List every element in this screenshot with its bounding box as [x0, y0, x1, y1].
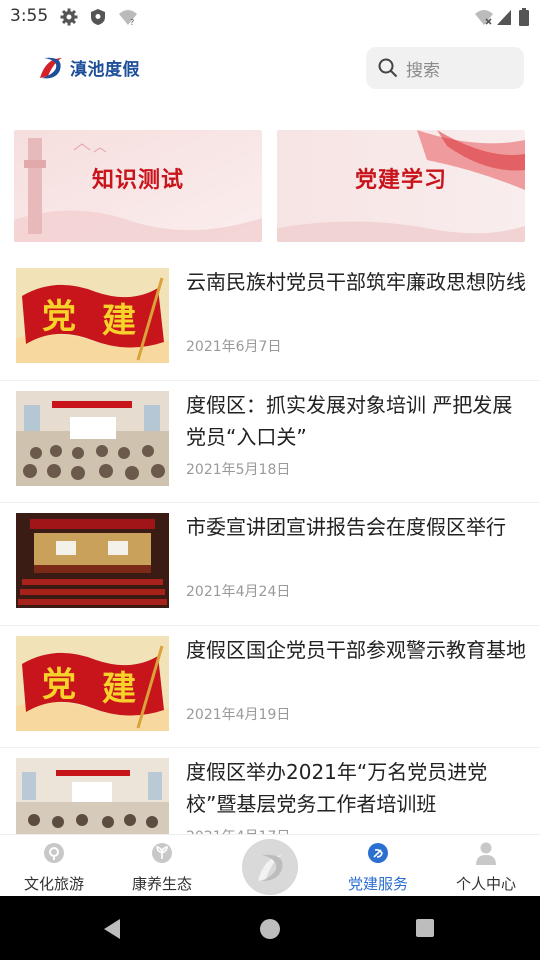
nav-label: 个人中心	[455, 875, 516, 893]
banner-label: 党建学习	[354, 167, 447, 193]
nav-item-health-ecology[interactable]: 康养生态	[108, 835, 216, 897]
banner-label: 知识测试	[91, 167, 184, 193]
news-thumbnail: 党 建	[16, 268, 169, 363]
nav-item-personal-center[interactable]: 个人中心	[432, 835, 540, 897]
user-icon	[476, 842, 496, 865]
search-icon	[378, 58, 398, 78]
nav-label: 文化旅游	[23, 875, 84, 893]
news-item[interactable]: 党 建 云南民族村党员干部筑牢廉政思想防线 2021年6月7日	[0, 258, 540, 381]
news-title: 度假区举办2021年“万名党员进党校”暨基层党务工作者培训班	[186, 760, 488, 816]
news-list: 党 建 云南民族村党员干部筑牢廉政思想防线 2021年6月7日 度假区：抓实发展…	[0, 258, 540, 871]
banner-knowledge-test[interactable]: 知识测试	[14, 130, 262, 242]
signal-icon	[497, 10, 511, 25]
news-item[interactable]: 党 建 度假区国企党员干部参观警示教育基地 2021年4月19日	[0, 626, 540, 748]
thumb-text-party: 党	[42, 297, 76, 337]
svg-text:?: ?	[130, 18, 134, 26]
status-time: 3:55	[10, 6, 49, 26]
nav-label: 党建服务	[347, 875, 408, 893]
party-flag-image: 党 建	[16, 268, 169, 363]
brand-logo-icon	[40, 57, 62, 79]
news-date: 2021年5月18日	[186, 461, 291, 478]
nav-center-home-button[interactable]	[242, 839, 298, 895]
thumb-text-build: 建	[102, 669, 136, 709]
stage-hall-image	[16, 513, 169, 608]
news-thumbnail: 党 建	[16, 635, 169, 731]
app-logo: 滇池度假	[36, 52, 140, 82]
nav-label: 康养生态	[131, 875, 192, 893]
app-header: 滇池度假 搜索	[0, 34, 540, 112]
thumb-text-party: 党	[42, 665, 76, 705]
news-thumbnail	[16, 390, 169, 486]
party-flag-image: 党 建	[16, 635, 169, 731]
gear-icon	[60, 8, 78, 26]
news-item[interactable]: 度假区：抓实发展对象培训 严把发展党员“入口关” 2021年5月18日	[0, 381, 540, 503]
home-icon[interactable]	[259, 918, 281, 940]
news-thumbnail	[16, 513, 169, 608]
news-date: 2021年6月7日	[186, 339, 282, 355]
app-name: 滇池度假	[70, 59, 140, 80]
meeting-hall-image	[16, 390, 169, 486]
news-date: 2021年4月19日	[186, 706, 291, 723]
nav-item-party-service[interactable]: 党建服务	[324, 835, 432, 897]
bottom-nav: 文化旅游 康养生态 党建服务 个人中心	[0, 834, 540, 896]
thumb-text-build: 建	[102, 301, 136, 341]
nav-item-culture-travel[interactable]: 文化旅游	[0, 835, 108, 897]
back-icon[interactable]	[102, 918, 122, 940]
shield-icon	[91, 9, 105, 25]
center-logo-icon	[244, 841, 296, 893]
location-icon	[44, 843, 64, 863]
news-title: 云南民族村党员干部筑牢廉政思想防线	[186, 270, 526, 294]
recents-icon[interactable]	[415, 918, 435, 938]
search-box[interactable]: 搜索	[366, 47, 524, 89]
battery-icon	[519, 8, 529, 26]
news-title: 市委宣讲团宣讲报告会在度假区举行	[186, 515, 506, 539]
news-title: 度假区国企党员干部参观警示教育基地	[186, 637, 526, 662]
news-title: 度假区：抓实发展对象培训 严把发展党员“入口关”	[186, 392, 513, 449]
party-emblem-icon	[368, 843, 388, 863]
status-bar: 3:55 ?	[0, 0, 540, 34]
search-placeholder: 搜索	[406, 60, 440, 81]
leaf-icon	[152, 843, 172, 863]
news-date: 2021年4月24日	[186, 584, 291, 600]
news-item[interactable]: 市委宣讲团宣讲报告会在度假区举行 2021年4月24日	[0, 503, 540, 626]
banner-party-study[interactable]: 党建学习	[277, 130, 525, 242]
wifi-x-icon	[475, 10, 493, 25]
system-navigation-bar	[0, 896, 540, 960]
wifi-question-icon: ?	[119, 10, 137, 26]
